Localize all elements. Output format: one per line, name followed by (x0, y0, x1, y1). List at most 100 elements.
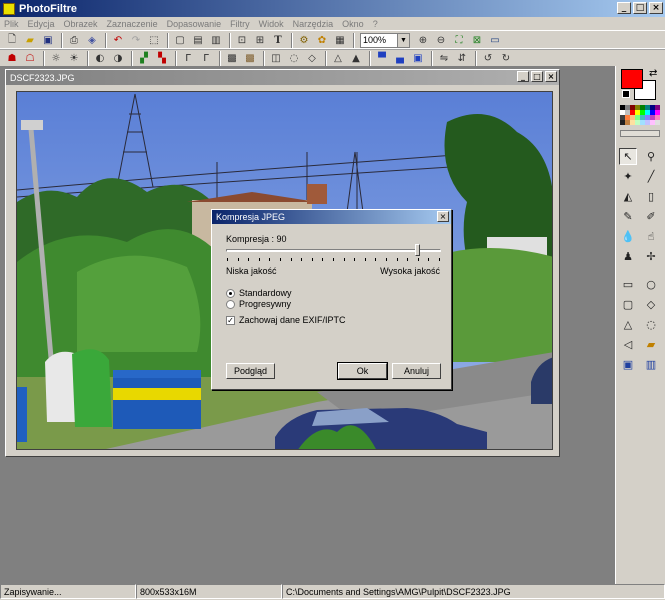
grayscale-icon[interactable]: ▩ (224, 51, 240, 66)
flip-horizontal-icon[interactable]: ⇋ (436, 51, 452, 66)
document-maximize-button[interactable]: □ (531, 71, 543, 82)
rectangle-select-icon[interactable]: ▭ (619, 276, 637, 293)
clone-stamp-icon[interactable]: ♟ (619, 248, 637, 265)
menu-filtry[interactable]: Filtry (230, 19, 250, 29)
polygon-select-icon[interactable]: ◁ (619, 336, 637, 353)
plugin-icon[interactable]: ✿ (314, 33, 330, 48)
reset-colors-icon[interactable] (622, 90, 630, 98)
fit-window-icon[interactable]: ⛶ (451, 33, 467, 48)
rotate-right-icon[interactable]: ↻ (498, 51, 514, 66)
diamond-select-icon[interactable]: ◇ (642, 296, 660, 313)
saturation-minus-icon[interactable]: ▚ (154, 51, 170, 66)
selection-arrow-icon[interactable]: ↖ (619, 148, 637, 165)
soften-icon[interactable]: ◌ (286, 51, 302, 66)
close-button[interactable]: × (649, 2, 663, 14)
pattern-stamp-icon[interactable]: ✢ (642, 248, 660, 265)
text-icon[interactable]: T (270, 33, 286, 48)
zoom-in-icon[interactable]: ⊕ (415, 33, 431, 48)
copy-icon[interactable]: ▢ (172, 33, 188, 48)
rounded-rect-select-icon[interactable]: ▢ (619, 296, 637, 313)
document-minimize-button[interactable]: _ (517, 71, 529, 82)
auto-contrast-icon[interactable]: ☖ (22, 51, 38, 66)
save-icon[interactable]: ▣ (40, 33, 56, 48)
sharpen-more-icon[interactable]: ▲ (348, 51, 364, 66)
line-icon[interactable]: ╱ (642, 168, 660, 185)
scan-icon[interactable]: ◈ (84, 33, 100, 48)
automate-icon[interactable]: ⚙ (296, 33, 312, 48)
color-palette[interactable] (620, 105, 660, 127)
undo-icon[interactable]: ↶ (110, 33, 126, 48)
compression-slider-track[interactable] (226, 249, 441, 252)
palette-swatch[interactable] (655, 120, 660, 125)
image-size-icon[interactable]: ⊡ (234, 33, 250, 48)
sepia-icon[interactable]: ▩ (242, 51, 258, 66)
document-close-button[interactable]: × (545, 71, 557, 82)
ellipse-select-icon[interactable]: ○ (642, 276, 660, 293)
zoom-select[interactable]: 100% ▼ (360, 32, 410, 48)
gamma-minus-icon[interactable]: Γ (198, 51, 214, 66)
menu-zaznaczenie[interactable]: Zaznaczenie (107, 19, 158, 29)
menu-okno[interactable]: Okno (342, 19, 364, 29)
magic-wand-icon[interactable]: ✦ (619, 168, 637, 185)
brightness-minus-icon[interactable]: ☀ (66, 51, 82, 66)
swap-colors-icon[interactable]: ⇄ (649, 68, 657, 79)
gamma-plus-icon[interactable]: Γ (180, 51, 196, 66)
open-folder-icon[interactable]: ▰ (22, 33, 38, 48)
menu-obrazek[interactable]: Obrazek (64, 19, 98, 29)
zoom-out-icon[interactable]: ⊖ (433, 33, 449, 48)
lasso-icon[interactable]: ◌ (642, 316, 660, 333)
compression-slider-thumb[interactable] (415, 244, 420, 256)
ok-button[interactable]: Ok (337, 362, 388, 380)
fill-bucket-icon[interactable]: ◭ (619, 188, 637, 205)
brightness-plus-icon[interactable]: ☼ (48, 51, 64, 66)
exif-checkbox[interactable]: ✓ (226, 316, 235, 325)
browser-icon[interactable]: ▦ (332, 33, 348, 48)
frame-effect-icon[interactable]: ▣ (410, 51, 426, 66)
crop-icon[interactable]: ⬚ (146, 33, 162, 48)
menu-narzedzia[interactable]: Narzędzia (293, 19, 334, 29)
menu-widok[interactable]: Widok (259, 19, 284, 29)
menu-edycja[interactable]: Edycja (28, 19, 55, 29)
triangle-select-icon[interactable]: △ (619, 316, 637, 333)
exif-checkbox-label[interactable]: Zachowaj dane EXIF/IPTC (239, 315, 346, 325)
preview-button[interactable]: Podgląd (226, 363, 275, 379)
canvas-size-icon[interactable]: ⊞ (252, 33, 268, 48)
auto-levels-icon[interactable]: ☗ (4, 51, 20, 66)
new-file-icon[interactable]: 🗋 (4, 33, 20, 48)
contrast-minus-icon[interactable]: ◑ (110, 51, 126, 66)
blur-drop-icon[interactable]: 💧 (619, 228, 637, 245)
progressive-radio[interactable] (226, 300, 235, 309)
actual-size-icon[interactable]: ⊠ (469, 33, 485, 48)
eyedropper-icon[interactable]: ⚲ (642, 148, 660, 165)
cancel-button[interactable]: Anuluj (392, 363, 441, 379)
rotate-left-icon[interactable]: ↺ (480, 51, 496, 66)
select-all-icon[interactable]: ▣ (619, 356, 637, 373)
fog-effect-icon[interactable]: ▄ (392, 51, 408, 66)
paste-icon[interactable]: ▤ (190, 33, 206, 48)
paste-new-icon[interactable]: ▥ (208, 33, 224, 48)
blur-icon[interactable]: ◫ (268, 51, 284, 66)
print-icon[interactable]: ⎙ (66, 33, 82, 48)
document-titlebar[interactable]: DSCF2323.JPG _ □ × (6, 70, 559, 85)
contrast-plus-icon[interactable]: ◐ (92, 51, 108, 66)
redo-icon[interactable]: ↷ (128, 33, 144, 48)
chevron-down-icon[interactable]: ▼ (397, 33, 409, 47)
palette-scrollbar[interactable] (620, 130, 660, 137)
standard-radio-label[interactable]: Standardowy (239, 288, 292, 298)
foreground-color[interactable] (621, 69, 643, 89)
menu-help[interactable]: ? (373, 19, 378, 29)
sharpen-icon[interactable]: △ (330, 51, 346, 66)
maximize-button[interactable]: □ (633, 2, 647, 14)
sky-effect-icon[interactable]: ▀ (374, 51, 390, 66)
fullscreen-icon[interactable]: ▭ (487, 33, 503, 48)
advanced-brush-icon[interactable]: ✐ (642, 208, 660, 225)
menu-dopasowanie[interactable]: Dopasowanie (167, 19, 222, 29)
dialog-titlebar[interactable]: Kompresja JPEG × (212, 210, 451, 224)
spray-icon[interactable]: ▯ (642, 188, 660, 205)
menu-plik[interactable]: Plik (4, 19, 19, 29)
minimize-button[interactable]: _ (617, 2, 631, 14)
select-column-icon[interactable]: ▥ (642, 356, 660, 373)
smudge-icon[interactable]: ☝ (642, 228, 660, 245)
saturation-plus-icon[interactable]: ▞ (136, 51, 152, 66)
progressive-radio-label[interactable]: Progresywny (239, 299, 291, 309)
